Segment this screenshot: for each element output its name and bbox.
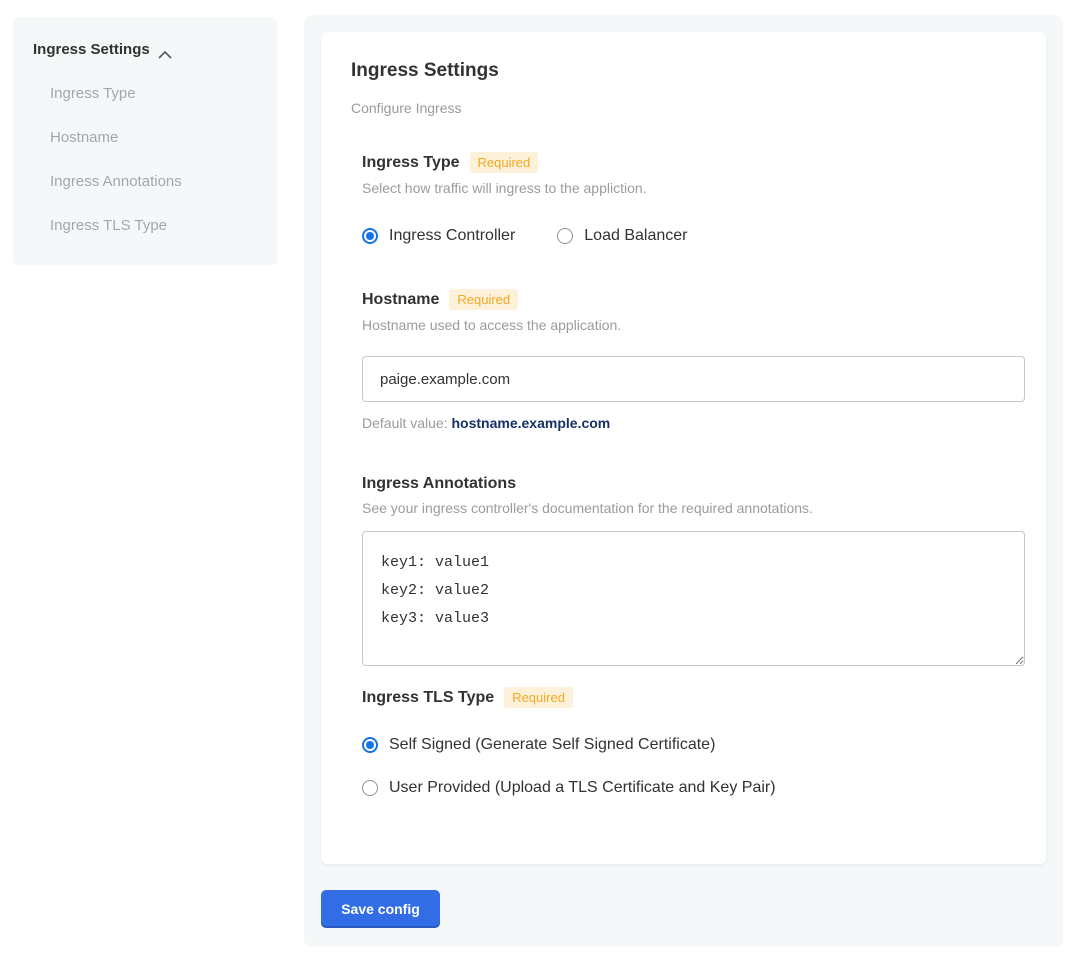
radio-user-provided[interactable]: User Provided (Upload a TLS Certificate … [362,779,1016,797]
save-config-button[interactable]: Save config [321,890,440,928]
ingress-annotations-label: Ingress Annotations [362,475,516,493]
section-ingress-type: Ingress Type Required Select how traffic… [362,152,1016,245]
ingress-type-help: Select how traffic will ingress to the a… [362,180,1016,196]
radio-ingress-controller[interactable]: Ingress Controller [362,227,515,245]
ingress-annotations-help: See your ingress controller's documentat… [362,500,1016,516]
required-badge: Required [449,289,518,310]
radio-load-balancer[interactable]: Load Balancer [557,227,687,245]
hostname-label: Hostname [362,291,439,309]
radio-self-signed[interactable]: Self Signed (Generate Self Signed Certif… [362,736,1016,754]
sidebar-group-label: Ingress Settings [33,41,150,58]
required-badge: Required [504,687,573,708]
section-ingress-annotations: Ingress Annotations See your ingress con… [362,475,1016,666]
section-hostname: Hostname Required Hostname used to acces… [362,289,1016,431]
hostname-help: Hostname used to access the application. [362,317,1016,333]
radio-unselected-icon [557,228,573,244]
sidebar-item-ingress-tls-type[interactable]: Ingress TLS Type [50,217,257,234]
radio-selected-icon [362,737,378,753]
hostname-default-value: Default value: hostname.example.com [362,415,1016,431]
sidebar-item-hostname[interactable]: Hostname [50,129,257,146]
sidebar-item-ingress-annotations[interactable]: Ingress Annotations [50,173,257,190]
hostname-input[interactable] [362,356,1025,402]
radio-ingress-controller-label: Ingress Controller [389,227,515,245]
page-title: Ingress Settings [351,60,1016,82]
ingress-tls-type-label: Ingress TLS Type [362,689,494,707]
required-badge: Required [470,152,539,173]
default-value-prefix: Default value: [362,415,452,431]
page-subtitle: Configure Ingress [351,100,1016,116]
radio-user-provided-label: User Provided (Upload a TLS Certificate … [389,779,776,797]
default-value-text: hostname.example.com [452,415,611,431]
radio-load-balancer-label: Load Balancer [584,227,687,245]
chevron-up-icon [158,46,172,54]
section-ingress-tls-type: Ingress TLS Type Required Self Signed (G… [362,687,1016,797]
radio-unselected-icon [362,780,378,796]
config-nav-sidebar: Ingress Settings Ingress Type Hostname I… [13,17,277,265]
sidebar-group-ingress-settings[interactable]: Ingress Settings [33,41,257,58]
radio-selected-icon [362,228,378,244]
config-main-panel: Ingress Settings Configure Ingress Ingre… [304,15,1063,947]
radio-self-signed-label: Self Signed (Generate Self Signed Certif… [389,736,715,754]
sidebar-item-ingress-type[interactable]: Ingress Type [50,85,257,102]
ingress-annotations-textarea[interactable]: key1: value1 key2: value2 key3: value3 [362,531,1025,666]
config-group-card: Ingress Settings Configure Ingress Ingre… [321,32,1046,864]
ingress-type-label: Ingress Type [362,154,460,172]
